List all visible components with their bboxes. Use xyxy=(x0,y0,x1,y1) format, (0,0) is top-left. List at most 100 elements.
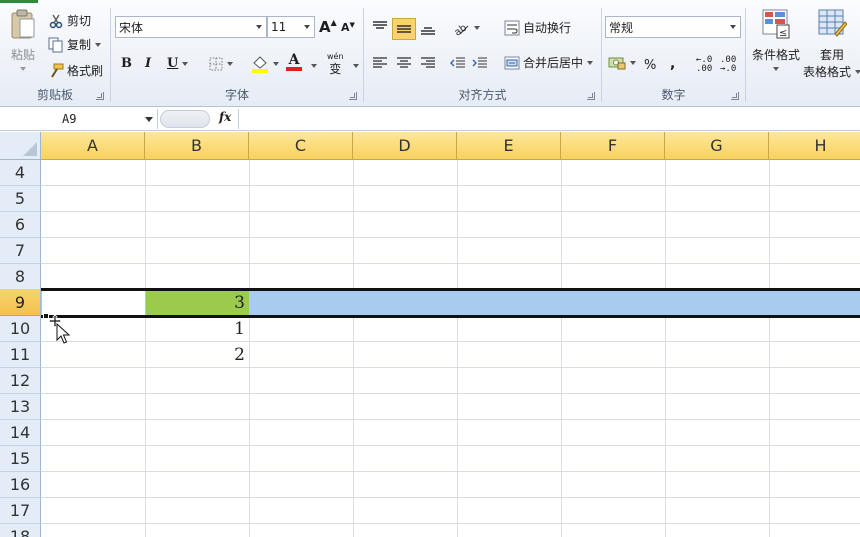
row-header-9[interactable]: 9 xyxy=(0,290,41,316)
font-group: 宋体 11 A ▲ A ▼ B I U A wén 变 字体 xyxy=(111,4,363,106)
font-size-combo[interactable]: 11 xyxy=(267,16,315,38)
cut-button[interactable]: 剪切 xyxy=(48,12,91,29)
insert-function-button[interactable]: fx xyxy=(219,110,231,124)
row-header-16[interactable]: 16 xyxy=(0,472,41,498)
underline-button[interactable]: U xyxy=(167,56,189,71)
phonetic-button[interactable]: wén 变 xyxy=(327,52,344,76)
align-top-button[interactable] xyxy=(372,20,388,34)
merge-center-button[interactable]: 合并后居中 xyxy=(504,54,594,71)
alignment-dialog-launcher[interactable] xyxy=(587,92,595,100)
comma-icon: , xyxy=(670,56,676,72)
align-left-button[interactable] xyxy=(372,56,388,70)
gridline-horizontal xyxy=(41,211,860,212)
merge-center-dropdown-arrow[interactable] xyxy=(587,60,594,65)
row-header-12[interactable]: 12 xyxy=(0,368,41,394)
column-header-e[interactable]: E xyxy=(457,132,561,160)
name-box[interactable]: A9 xyxy=(0,109,158,129)
paste-dropdown-arrow[interactable] xyxy=(20,67,26,71)
column-header-f[interactable]: F xyxy=(561,132,665,160)
orientation-dropdown-arrow[interactable] xyxy=(474,26,480,30)
accounting-format-button[interactable] xyxy=(608,56,636,70)
align-bottom-button[interactable] xyxy=(420,22,436,36)
orientation-button[interactable]: ab xyxy=(452,20,480,39)
bold-button[interactable]: B xyxy=(121,56,132,71)
paste-button[interactable]: 粘贴 xyxy=(6,8,40,82)
row-header-11[interactable]: 11 xyxy=(0,342,41,368)
row-header-14[interactable]: 14 xyxy=(0,420,41,446)
format-painter-button[interactable]: 格式刷 xyxy=(48,62,103,79)
font-size-dropdown-arrow[interactable] xyxy=(304,25,310,29)
row-header-10[interactable]: 10 xyxy=(0,316,41,342)
font-color-dropdown-arrow[interactable] xyxy=(311,64,317,68)
active-cell-A9[interactable] xyxy=(42,291,145,315)
cell-b11[interactable]: 2 xyxy=(145,342,249,368)
fill-color-button[interactable] xyxy=(251,54,279,74)
conditional-formatting-button[interactable]: ≤ 条件格式 xyxy=(750,8,802,71)
font-name-combo[interactable]: 宋体 xyxy=(115,16,267,38)
conditional-formatting-icon: ≤ xyxy=(761,8,791,40)
decrease-indent-button[interactable] xyxy=(450,56,466,70)
grow-font-button[interactable]: A ▲ xyxy=(319,18,337,36)
align-center-button[interactable] xyxy=(396,56,412,70)
increase-decimal-button[interactable]: ←.0 .00 xyxy=(696,56,712,74)
italic-button[interactable]: I xyxy=(145,56,151,71)
accounting-dropdown-arrow[interactable] xyxy=(630,61,636,65)
format-as-table-button[interactable]: 套用 表格格式 xyxy=(803,8,860,80)
phonetic-dropdown-arrow[interactable] xyxy=(353,64,359,68)
number-format-combo[interactable]: 常规 xyxy=(605,16,741,38)
gridline-horizontal xyxy=(41,523,860,524)
column-header-b[interactable]: B xyxy=(145,132,249,160)
align-right-icon xyxy=(420,56,436,70)
align-middle-icon xyxy=(396,22,412,36)
row-header-8[interactable]: 8 xyxy=(0,264,41,290)
row-header-5[interactable]: 5 xyxy=(0,186,41,212)
cell-b9[interactable]: 3 xyxy=(145,290,249,316)
column-header-d[interactable]: D xyxy=(353,132,457,160)
underline-dropdown-arrow[interactable] xyxy=(182,61,189,66)
format-as-table-label-row: 表格格式 xyxy=(803,63,860,80)
select-all-button[interactable] xyxy=(0,132,41,160)
formula-input[interactable] xyxy=(238,109,858,129)
font-group-label: 字体 xyxy=(224,88,249,102)
decrease-indent-icon xyxy=(450,56,466,70)
row-header-13[interactable]: 13 xyxy=(0,394,41,420)
row-header-4[interactable]: 4 xyxy=(0,160,41,186)
conditional-formatting-dropdown-arrow[interactable] xyxy=(773,67,779,71)
increase-decimal-icon: ←.0 .00 xyxy=(696,55,713,74)
number-dialog-launcher[interactable] xyxy=(731,92,739,100)
shrink-font-button[interactable]: A ▼ xyxy=(341,21,355,34)
format-as-table-dropdown-arrow[interactable] xyxy=(855,69,860,74)
cell-b10[interactable]: 1 xyxy=(145,316,249,342)
clipboard-dialog-launcher[interactable] xyxy=(96,92,104,100)
number-format-dropdown-arrow[interactable] xyxy=(730,25,736,29)
font-dialog-launcher[interactable] xyxy=(349,92,357,100)
borders-button[interactable] xyxy=(209,57,233,71)
formula-bar-splitter[interactable] xyxy=(160,110,210,128)
increase-indent-button[interactable] xyxy=(472,56,488,70)
decrease-decimal-button[interactable]: .00 →.0 xyxy=(720,56,736,74)
format-painter-label: 格式刷 xyxy=(67,64,104,78)
row-header-18[interactable]: 18 xyxy=(0,524,41,537)
align-right-button[interactable] xyxy=(420,56,436,70)
format-as-table-label-2: 表格格式 xyxy=(803,65,852,79)
copy-button[interactable]: 复制 xyxy=(48,36,102,53)
row-header-6[interactable]: 6 xyxy=(0,212,41,238)
borders-dropdown-arrow[interactable] xyxy=(227,62,233,66)
column-header-h[interactable]: H xyxy=(769,132,860,160)
row-header-7[interactable]: 7 xyxy=(0,238,41,264)
column-header-a[interactable]: A xyxy=(41,132,145,160)
comma-style-button[interactable]: , xyxy=(670,56,675,72)
name-box-dropdown-arrow[interactable] xyxy=(145,117,153,122)
column-header-c[interactable]: C xyxy=(249,132,353,160)
wrap-text-button[interactable]: 自动换行 xyxy=(504,19,571,36)
fill-color-dropdown-arrow[interactable] xyxy=(273,62,279,66)
align-middle-button[interactable] xyxy=(392,18,416,40)
row-header-17[interactable]: 17 xyxy=(0,498,41,524)
column-header-g[interactable]: G xyxy=(665,132,769,160)
font-name-dropdown-arrow[interactable] xyxy=(256,25,262,29)
font-color-button[interactable]: A xyxy=(286,53,302,71)
percent-style-button[interactable]: % xyxy=(644,58,656,73)
row-header-15[interactable]: 15 xyxy=(0,446,41,472)
copy-dropdown-arrow[interactable] xyxy=(95,42,102,47)
svg-text:≤: ≤ xyxy=(779,28,787,39)
